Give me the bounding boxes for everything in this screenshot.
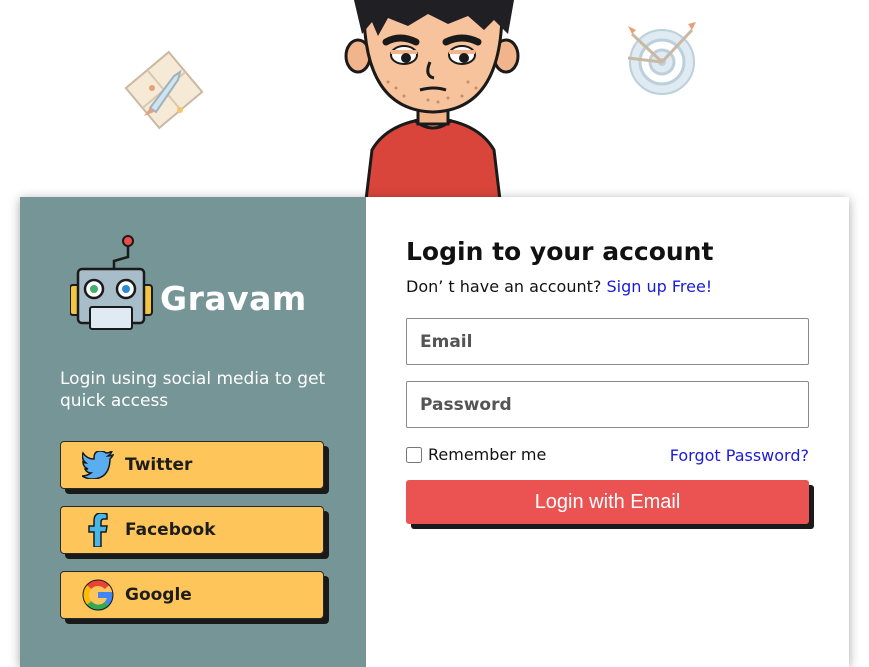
remember-me[interactable]: Remember me	[406, 445, 546, 464]
email-login-panel: Login to your account Don’ t have an acc…	[366, 197, 849, 667]
remember-me-label: Remember me	[428, 445, 547, 464]
login-with-email-button[interactable]: Login with Email	[406, 480, 809, 524]
forgot-password-link[interactable]: Forgot Password?	[670, 446, 809, 465]
signup-link[interactable]: Sign up Free!	[606, 277, 712, 296]
facebook-login-button[interactable]: Facebook	[60, 506, 324, 554]
form-title: Login to your account	[406, 237, 714, 266]
facebook-f-icon	[81, 513, 115, 547]
rocket-map-icon	[124, 50, 204, 130]
google-login-button[interactable]: Google	[60, 571, 324, 619]
remember-me-checkbox[interactable]	[406, 446, 422, 463]
brand-name: Gravam	[160, 279, 307, 318]
email-field[interactable]	[406, 318, 809, 365]
google-login-label: Google	[125, 585, 192, 605]
robot-logo-icon	[70, 235, 153, 330]
facebook-login-label: Facebook	[125, 520, 216, 540]
no-account-text: Don’ t have an account?	[406, 277, 602, 296]
cartoon-character-illustration	[344, 0, 520, 200]
google-g-icon	[81, 578, 115, 612]
target-arrows-icon	[627, 22, 696, 95]
brand: Gravam	[70, 235, 350, 335]
hero-illustration	[0, 0, 869, 200]
login-card: Gravam Login using social media to get q…	[20, 197, 849, 667]
signup-prompt: Don’ t have an account? Sign up Free!	[406, 277, 712, 296]
twitter-bird-icon	[81, 448, 115, 482]
social-login-intro: Login using social media to get quick ac…	[60, 369, 326, 411]
twitter-login-label: Twitter	[125, 455, 193, 475]
password-field[interactable]	[406, 381, 809, 428]
social-login-panel: Gravam Login using social media to get q…	[20, 197, 366, 667]
twitter-login-button[interactable]: Twitter	[60, 441, 324, 489]
